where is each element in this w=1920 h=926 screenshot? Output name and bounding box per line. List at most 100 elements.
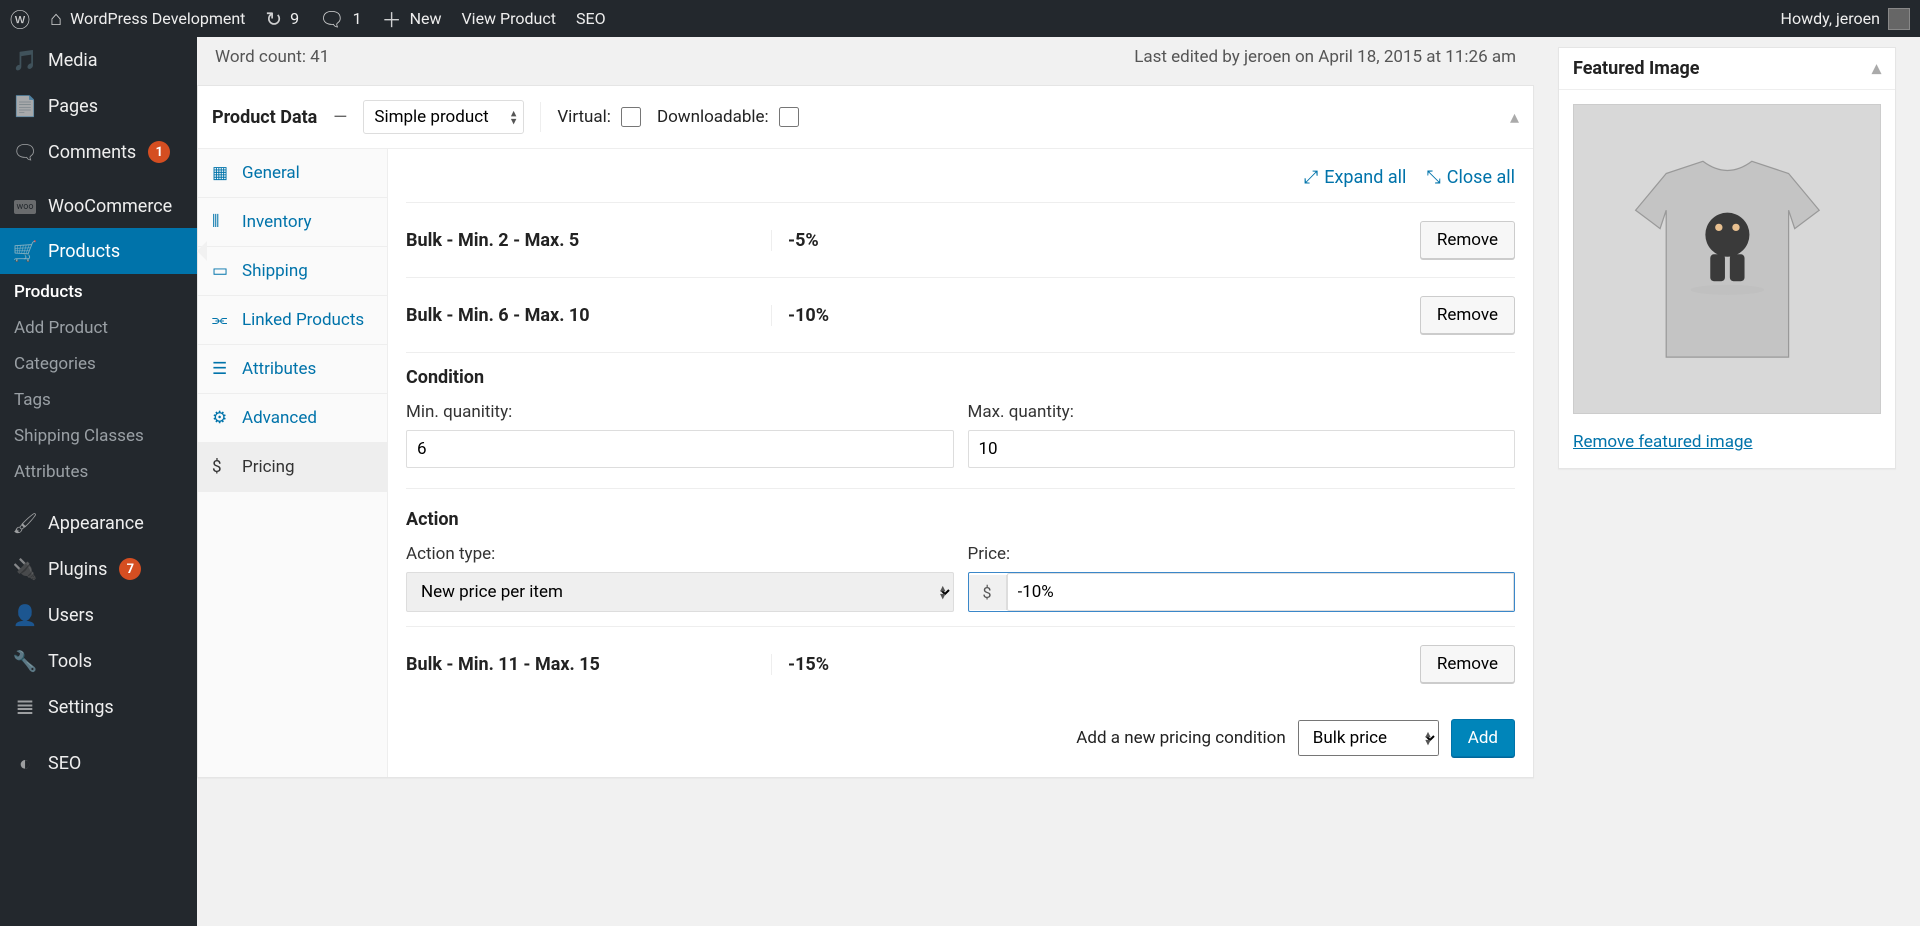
last-edited: Last edited by jeroen on April 18, 2015 … bbox=[1134, 47, 1516, 67]
menu-pages[interactable]: 📄Pages bbox=[0, 83, 197, 129]
min-qty-input[interactable] bbox=[406, 430, 954, 468]
updates-link[interactable]: ↻9 bbox=[265, 7, 299, 31]
downloadable-text: Downloadable: bbox=[657, 107, 769, 127]
menu-woo-label: WooCommerce bbox=[48, 196, 172, 217]
plus-icon: ＋ bbox=[382, 4, 402, 33]
submenu-products[interactable]: Products bbox=[0, 274, 197, 310]
close-all-link[interactable]: ⤡ Close all bbox=[1426, 167, 1515, 188]
action-title: Action bbox=[406, 509, 1515, 530]
tab-inventory[interactable]: ⦀Inventory bbox=[198, 198, 387, 247]
menu-products-label: Products bbox=[48, 241, 120, 262]
rule-label: Bulk - Min. 6 - Max. 10 bbox=[406, 305, 771, 326]
woo-icon: woo bbox=[14, 200, 36, 214]
currency-symbol: $ bbox=[969, 575, 1007, 610]
add-button[interactable]: Add bbox=[1451, 719, 1515, 757]
pages-icon: 📄 bbox=[14, 94, 36, 118]
menu-users-label: Users bbox=[48, 605, 94, 626]
add-condition-row: Add a new pricing condition Bulk price ▴… bbox=[406, 719, 1515, 757]
submenu-attributes[interactable]: Attributes bbox=[0, 454, 197, 490]
wrench-icon: 🔧 bbox=[14, 649, 36, 673]
virtual-checkbox-label: Virtual: bbox=[557, 107, 641, 127]
remove-button[interactable]: Remove bbox=[1420, 296, 1515, 334]
site-link[interactable]: ⌂WordPress Development bbox=[50, 6, 245, 31]
menu-tools-label: Tools bbox=[48, 651, 92, 672]
price-label: Price: bbox=[968, 544, 1516, 564]
tab-shipping[interactable]: ▭Shipping bbox=[198, 247, 387, 296]
panel-collapse-icon[interactable]: ▴ bbox=[1510, 107, 1519, 128]
tab-linked[interactable]: ⫘Linked Products bbox=[198, 296, 387, 345]
comment-icon: 🗨 bbox=[319, 7, 344, 31]
menu-seo[interactable]: ◐ SEO bbox=[0, 740, 197, 787]
action-type-select[interactable]: New price per item bbox=[406, 572, 954, 612]
submenu-categories[interactable]: Categories bbox=[0, 346, 197, 382]
new-link[interactable]: ＋ New bbox=[382, 4, 442, 33]
admin-bar-right: Howdy, jeroen bbox=[1781, 8, 1910, 30]
condition-title: Condition bbox=[406, 367, 1515, 388]
link-icon: ⫘ bbox=[212, 310, 230, 330]
condition-type-select[interactable]: Bulk price bbox=[1298, 720, 1439, 756]
avatar bbox=[1888, 8, 1910, 30]
menu-users[interactable]: 👤 Users bbox=[0, 592, 197, 638]
add-condition-label: Add a new pricing condition bbox=[1076, 728, 1285, 748]
rule-value: -10% bbox=[771, 305, 1420, 326]
tshirt-icon bbox=[1605, 136, 1850, 382]
wp-logo-icon[interactable]: ⓦ bbox=[10, 4, 30, 33]
menu-comments[interactable]: 🗨Comments1 bbox=[0, 129, 197, 175]
tab-attributes-label: Attributes bbox=[242, 359, 316, 379]
virtual-checkbox[interactable] bbox=[621, 107, 641, 127]
menu-products[interactable]: 🛒 Products bbox=[0, 228, 197, 274]
price-input[interactable] bbox=[1007, 573, 1515, 611]
downloadable-checkbox[interactable] bbox=[779, 107, 799, 127]
close-all-label: Close all bbox=[1447, 167, 1515, 188]
featured-image-thumbnail[interactable] bbox=[1573, 104, 1881, 414]
rule-value: -5% bbox=[771, 230, 1420, 251]
remove-button[interactable]: Remove bbox=[1420, 645, 1515, 683]
product-type-select[interactable]: Simple product bbox=[363, 100, 524, 134]
menu-settings-label: Settings bbox=[48, 697, 114, 718]
featured-image-panel: Featured Image ▴ bbox=[1558, 47, 1896, 469]
separator: — bbox=[333, 107, 347, 128]
submenu-shipping-classes[interactable]: Shipping Classes bbox=[0, 418, 197, 454]
featured-image-title: Featured Image bbox=[1573, 58, 1699, 79]
seo-icon: ◐ bbox=[14, 751, 36, 776]
panel-collapse-icon[interactable]: ▴ bbox=[1872, 58, 1881, 79]
account-link[interactable]: Howdy, jeroen bbox=[1781, 8, 1910, 30]
user-icon: 👤 bbox=[14, 603, 36, 627]
collapse-icon: ⤡ bbox=[1426, 167, 1440, 188]
remove-featured-image-link[interactable]: Remove featured image bbox=[1573, 432, 1753, 452]
menu-settings[interactable]: 𝌆Settings bbox=[0, 684, 197, 730]
menu-woocommerce[interactable]: woo WooCommerce bbox=[0, 185, 197, 228]
tab-shipping-label: Shipping bbox=[242, 261, 308, 281]
new-label: New bbox=[410, 9, 442, 28]
downloadable-checkbox-label: Downloadable: bbox=[657, 107, 799, 127]
tab-attributes[interactable]: ☰Attributes bbox=[198, 345, 387, 394]
remove-button[interactable]: Remove bbox=[1420, 221, 1515, 259]
menu-tools[interactable]: 🔧 Tools bbox=[0, 638, 197, 684]
menu-plugins[interactable]: 🔌Plugins7 bbox=[0, 546, 197, 592]
product-data-tabs: ▦General ⦀Inventory ▭Shipping ⫘Linked Pr… bbox=[198, 149, 388, 777]
tab-pricing[interactable]: $Pricing bbox=[198, 443, 387, 492]
tab-advanced[interactable]: ⚙Advanced bbox=[198, 394, 387, 443]
comments-badge: 1 bbox=[148, 141, 170, 163]
editor-info-bar: Word count: 41 Last edited by jeroen on … bbox=[197, 37, 1534, 85]
comments-link[interactable]: 🗨1 bbox=[319, 7, 361, 31]
product-data-header: Product Data — Simple product ▴▾ Virtual… bbox=[198, 86, 1533, 149]
menu-appearance[interactable]: 🖌Appearance bbox=[0, 500, 197, 546]
menu-seo-label: SEO bbox=[48, 753, 81, 774]
submenu-add-product[interactable]: Add Product bbox=[0, 310, 197, 346]
submenu-tags[interactable]: Tags bbox=[0, 382, 197, 418]
pricing-rule-row: Bulk - Min. 2 - Max. 5 -5% Remove bbox=[406, 202, 1515, 277]
max-qty-input[interactable] bbox=[968, 430, 1516, 468]
cart-icon: 🛒 bbox=[14, 239, 36, 263]
tab-inventory-label: Inventory bbox=[242, 212, 312, 232]
tab-general[interactable]: ▦General bbox=[198, 149, 387, 198]
seo-link[interactable]: SEO bbox=[576, 9, 606, 28]
tab-general-label: General bbox=[242, 163, 300, 183]
comments-pending-count: 1 bbox=[353, 9, 362, 28]
plug-icon: 🔌 bbox=[14, 557, 36, 581]
rule-label: Bulk - Min. 2 - Max. 5 bbox=[406, 230, 771, 251]
expand-all-link[interactable]: ⤢Expand all bbox=[1304, 167, 1407, 188]
menu-media[interactable]: 🎵Media bbox=[0, 37, 197, 83]
product-data-title: Product Data bbox=[212, 107, 317, 128]
view-product-link[interactable]: View Product bbox=[461, 9, 556, 28]
